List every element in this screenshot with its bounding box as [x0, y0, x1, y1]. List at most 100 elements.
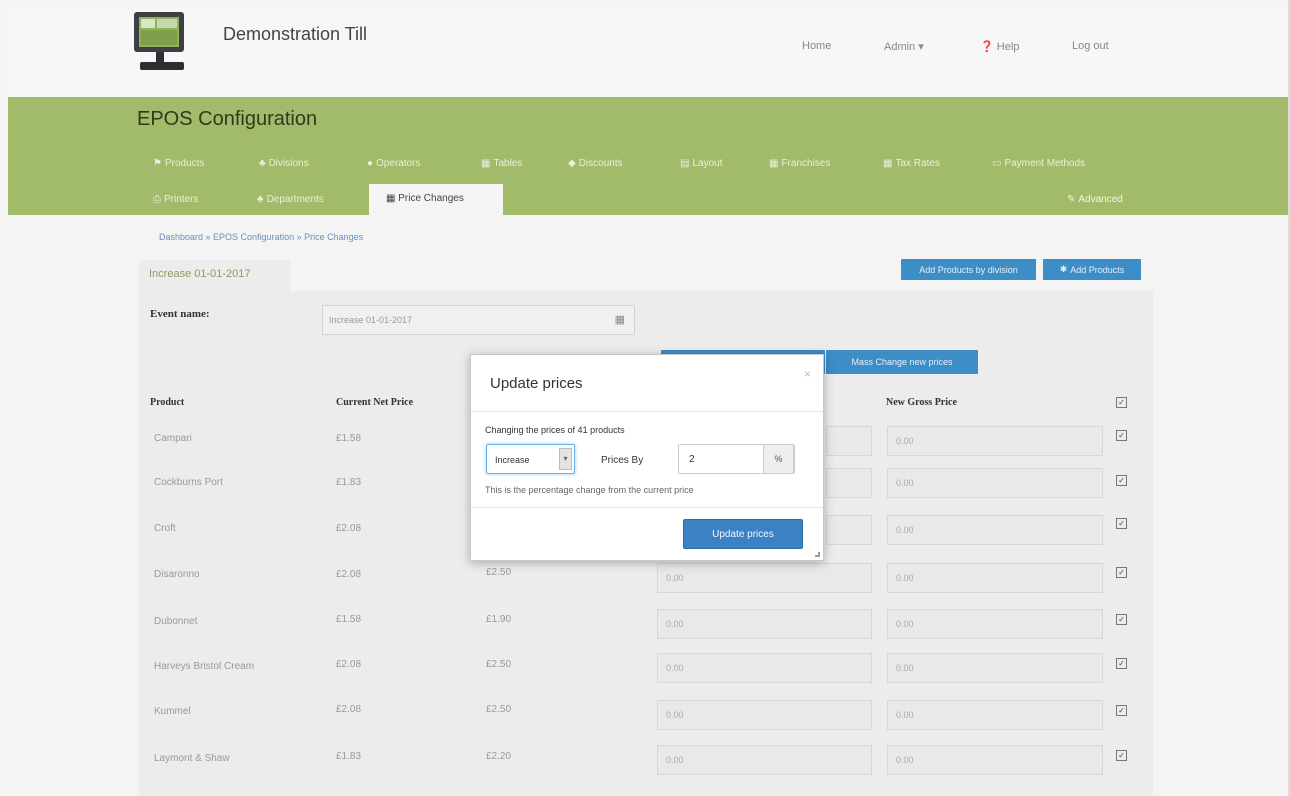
- tab-departments[interactable]: ♣ Departments: [257, 194, 324, 205]
- row-checkbox[interactable]: ✓: [1116, 658, 1127, 669]
- direction-select[interactable]: Increase ▾: [486, 444, 575, 474]
- row-checkbox[interactable]: ✓: [1116, 518, 1127, 529]
- tab-products[interactable]: ⚑ Products: [153, 158, 204, 169]
- current-net-price: £2.08: [336, 704, 362, 715]
- tab-franchises[interactable]: ▦ Franchises: [769, 158, 830, 169]
- row-checkbox[interactable]: ✓: [1116, 705, 1127, 716]
- product-name: Dubonnet: [154, 616, 198, 627]
- product-name: Croft: [154, 523, 176, 534]
- modal-title: Update prices: [490, 375, 583, 392]
- new-net-price-input[interactable]: 0.00: [657, 653, 872, 683]
- new-gross-price-input[interactable]: 0.00: [887, 515, 1103, 545]
- tab-layout[interactable]: ▤ Layout: [680, 158, 722, 169]
- column-header-new-gross: New Gross Price: [886, 397, 957, 408]
- new-net-price-input[interactable]: [826, 426, 872, 456]
- current-net-price: £1.58: [336, 614, 362, 625]
- tab-label: Products: [164, 158, 205, 169]
- product-name: Harveys Bristol Cream: [154, 661, 255, 672]
- new-gross-price-input[interactable]: 0.00: [887, 426, 1103, 456]
- column-header-product: Product: [150, 397, 185, 408]
- event-name-input[interactable]: Increase 01-01-2017 ▦: [322, 305, 635, 335]
- tab-label: Layout: [692, 158, 723, 169]
- tab-label: Advanced: [1078, 194, 1123, 205]
- tab-printers[interactable]: ⎙ Printers: [153, 194, 198, 205]
- gear-icon: ✱: [1059, 264, 1068, 274]
- add-products-button[interactable]: ✱ Add Products: [1043, 259, 1141, 280]
- tab-label: Operators: [376, 158, 421, 169]
- product-name: Cockburns Port: [154, 477, 223, 488]
- tab-price-changes-label: ▦ Price Changes: [386, 193, 464, 204]
- close-icon[interactable]: ×: [804, 367, 811, 381]
- select-all-checkbox[interactable]: ✓: [1116, 397, 1127, 408]
- tab-label: Franchises: [781, 158, 831, 169]
- new-net-price-input[interactable]: 0.00: [657, 609, 872, 639]
- layout-icon: ▤: [680, 158, 690, 169]
- grid-icon: ▦: [883, 158, 893, 169]
- product-name: Disaronno: [154, 569, 200, 580]
- current-net-price: £2.08: [336, 523, 362, 534]
- tab-tax-rates[interactable]: ▦ Tax Rates: [883, 158, 940, 169]
- sitemap-icon: ♣: [257, 194, 264, 205]
- tab-tables[interactable]: ▦ Tables: [481, 158, 522, 169]
- add-products-by-division-button[interactable]: Add Products by division: [901, 259, 1036, 280]
- current-net-price: £2.08: [336, 659, 362, 670]
- current-gross-price: £2.50: [486, 567, 512, 578]
- nav-admin-dropdown[interactable]: Admin ▾: [884, 40, 924, 53]
- nav-home-link[interactable]: Home: [802, 40, 831, 52]
- help-text: This is the percentage change from the c…: [485, 485, 694, 495]
- column-header-current-net: Current Net Price: [336, 397, 414, 408]
- new-gross-price-input[interactable]: 0.00: [887, 468, 1103, 498]
- new-gross-price-input[interactable]: 0.00: [887, 609, 1103, 639]
- tab-label: Price Changes: [398, 193, 464, 204]
- tab-discounts[interactable]: ◆ Discounts: [568, 158, 623, 169]
- update-prices-button[interactable]: Update prices: [683, 519, 803, 549]
- credit-card-icon: ▭: [992, 158, 1002, 169]
- current-gross-price: £2.20: [486, 751, 512, 762]
- row-checkbox[interactable]: ✓: [1116, 750, 1127, 761]
- nav-logout-link[interactable]: Log out: [1072, 40, 1109, 52]
- new-net-price-input[interactable]: [826, 468, 872, 498]
- modal-divider: [471, 507, 823, 508]
- tab-label: Divisions: [268, 158, 309, 169]
- row-checkbox[interactable]: ✓: [1116, 430, 1127, 441]
- current-gross-price: £2.50: [486, 659, 512, 670]
- new-net-price-input[interactable]: [826, 515, 872, 545]
- flag-icon: ⚑: [153, 158, 162, 169]
- product-name: Laymont & Shaw: [154, 753, 230, 764]
- grid-icon: ▦: [769, 158, 779, 169]
- row-checkbox[interactable]: ✓: [1116, 614, 1127, 625]
- nav-help-link[interactable]: ❓ Help: [980, 40, 1019, 53]
- page-title: EPOS Configuration: [137, 108, 318, 130]
- tab-label: Printers: [164, 194, 199, 205]
- new-net-price-input[interactable]: 0.00: [657, 745, 872, 775]
- tab-operators[interactable]: ● Operators: [367, 158, 421, 169]
- calendar-icon[interactable]: ▦: [615, 313, 625, 326]
- tab-advanced[interactable]: ✎ Advanced: [1067, 194, 1123, 205]
- new-net-price-input[interactable]: 0.00: [657, 700, 872, 730]
- new-gross-price-input[interactable]: 0.00: [887, 653, 1103, 683]
- percentage-input[interactable]: 2 %: [678, 444, 795, 474]
- row-checkbox[interactable]: ✓: [1116, 475, 1127, 486]
- till-logo-icon: [134, 12, 184, 70]
- current-net-price: £2.08: [336, 569, 362, 580]
- modal-divider: [471, 411, 823, 412]
- new-gross-price-input[interactable]: 0.00: [887, 700, 1103, 730]
- tab-divisions[interactable]: ♣ Divisions: [259, 158, 309, 169]
- product-name: Campari: [154, 433, 192, 444]
- row-checkbox[interactable]: ✓: [1116, 567, 1127, 578]
- update-prices-modal: Update prices × Changing the prices of 4…: [470, 354, 824, 561]
- add-products-label: Add Products: [1070, 264, 1125, 275]
- table-icon: ▦: [481, 158, 491, 169]
- chevron-down-icon[interactable]: ▾: [559, 448, 572, 470]
- tab-payment-methods[interactable]: ▭ Payment Methods: [992, 158, 1085, 169]
- nav-help-label: Help: [996, 41, 1020, 53]
- tab-label: Tables: [493, 158, 523, 169]
- resize-handle-icon[interactable]: [815, 552, 820, 557]
- tab-label: Payment Methods: [1004, 158, 1086, 169]
- breadcrumb[interactable]: Dashboard » EPOS Configuration » Price C…: [159, 232, 363, 242]
- direction-value: Increase: [495, 455, 530, 465]
- new-gross-price-input[interactable]: 0.00: [887, 745, 1103, 775]
- mass-change-button[interactable]: Mass Change new prices: [826, 350, 978, 374]
- new-net-price-input[interactable]: 0.00: [657, 563, 872, 593]
- new-gross-price-input[interactable]: 0.00: [887, 563, 1103, 593]
